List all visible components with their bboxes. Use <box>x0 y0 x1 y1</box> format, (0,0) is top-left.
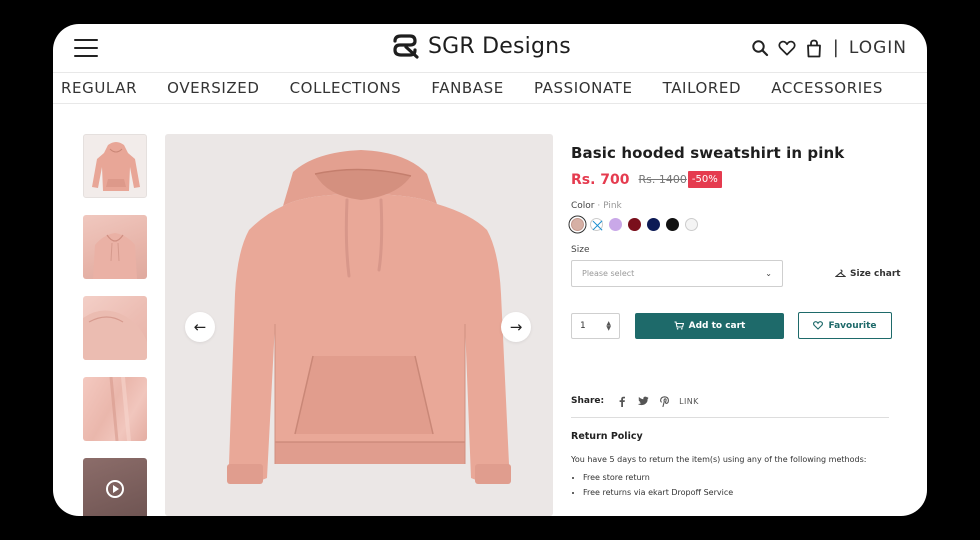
color-swatch-unavailable[interactable] <box>590 218 603 231</box>
thumbnail-detail-hood[interactable] <box>83 296 147 360</box>
shopping-bag-icon[interactable] <box>805 39 823 57</box>
favourite-button[interactable]: Favourite <box>798 312 892 339</box>
size-chart-link[interactable]: Size chart <box>835 269 901 279</box>
arrow-right-icon: → <box>509 318 523 336</box>
color-swatch-pink[interactable] <box>571 218 584 231</box>
color-swatches <box>571 218 901 231</box>
list-item: Free store return <box>583 473 901 482</box>
price-row: Rs. 700 Rs. 1400 -50% <box>571 171 901 188</box>
next-image-button[interactable]: → <box>501 312 531 342</box>
quantity-value: 1 <box>580 320 586 331</box>
brand-logo-link[interactable]: SGR Designs <box>390 33 571 59</box>
current-price: Rs. 700 <box>571 171 630 188</box>
nav-item-fanbase[interactable]: FANBASE <box>431 79 503 97</box>
color-label-text: Color <box>571 201 595 211</box>
nav-item-oversized[interactable]: OVERSIZED <box>167 79 259 97</box>
hoodie-image <box>227 150 511 484</box>
twitter-icon[interactable] <box>637 395 649 407</box>
size-dropdown[interactable]: Please select ⌄ <box>571 260 783 287</box>
chevron-down-icon: ⌄ <box>765 269 772 278</box>
facebook-icon[interactable] <box>616 395 628 407</box>
color-separator: · <box>594 201 604 211</box>
share-label: Share: <box>571 396 605 406</box>
selected-color-value: Pink <box>603 201 622 211</box>
color-label: Color · Pink <box>571 201 901 211</box>
heart-icon[interactable] <box>778 39 796 57</box>
share-row: Share: LINK <box>571 395 901 407</box>
nav-item-passionate[interactable]: PASSIONATE <box>534 79 633 97</box>
nav-item-accessories[interactable]: ACCESSORIES <box>771 79 883 97</box>
thumbnail-front[interactable] <box>83 134 147 198</box>
quantity-stepper-icon: ▲ ▼ <box>606 319 611 332</box>
brand-name: SGR Designs <box>428 33 571 59</box>
color-swatch-burgundy[interactable] <box>628 218 641 231</box>
cart-icon <box>674 321 684 330</box>
nav-item-regular[interactable]: REGULAR <box>61 79 137 97</box>
color-swatch-lilac[interactable] <box>609 218 622 231</box>
return-policy-text: You have 5 days to return the item(s) us… <box>571 455 867 464</box>
color-swatch-white[interactable] <box>685 218 698 231</box>
return-methods-list: Free store return Free returns via ekart… <box>571 473 901 497</box>
brand-logo-icon <box>393 34 419 59</box>
category-nav: REGULAR OVERSIZED COLLECTIONS FANBASE PA… <box>53 72 927 104</box>
search-icon[interactable] <box>751 39 769 57</box>
quantity-select[interactable]: 1 ▲ ▼ <box>571 312 620 339</box>
thumbnail-video[interactable] <box>83 458 147 516</box>
size-chart-label: Size chart <box>850 268 901 279</box>
product-main-image: ← → <box>165 134 553 516</box>
list-item: Free returns via ekart Dropoff Service <box>583 488 901 497</box>
thumbnail-fabric-detail[interactable] <box>83 377 147 441</box>
size-placeholder: Please select <box>582 269 635 278</box>
add-to-cart-label: Add to cart <box>688 320 746 331</box>
app-window: SGR Designs | LOGIN REGULAR OVERSIZED CO… <box>53 24 927 516</box>
nav-item-collections[interactable]: COLLECTIONS <box>290 79 402 97</box>
heart-outline-icon <box>813 321 824 330</box>
play-icon <box>106 480 124 498</box>
login-link[interactable]: LOGIN <box>849 38 907 58</box>
nav-item-tailored[interactable]: TAILORED <box>663 79 742 97</box>
hanger-icon <box>835 269 846 278</box>
header-separator: | <box>832 37 839 58</box>
return-policy-title: Return Policy <box>571 431 643 442</box>
menu-icon[interactable] <box>74 39 98 58</box>
size-label: Size <box>571 245 590 255</box>
divider <box>571 417 889 418</box>
original-price: Rs. 1400 <box>638 173 687 186</box>
add-to-cart-button[interactable]: Add to cart <box>635 312 784 339</box>
product-details: Basic hooded sweatshirt in pink Rs. 700 … <box>571 144 901 503</box>
color-swatch-black[interactable] <box>666 218 679 231</box>
copy-link[interactable]: LINK <box>679 397 699 406</box>
product-title: Basic hooded sweatshirt in pink <box>571 144 845 162</box>
thumbnail-model-front[interactable] <box>83 215 147 279</box>
previous-image-button[interactable]: ← <box>185 312 215 342</box>
favourite-label: Favourite <box>828 320 877 331</box>
discount-badge: -50% <box>687 171 722 188</box>
color-swatch-navy[interactable] <box>647 218 660 231</box>
thumbnail-gallery <box>83 134 147 516</box>
pinterest-icon[interactable] <box>658 395 670 407</box>
arrow-left-icon: ← <box>193 318 207 336</box>
